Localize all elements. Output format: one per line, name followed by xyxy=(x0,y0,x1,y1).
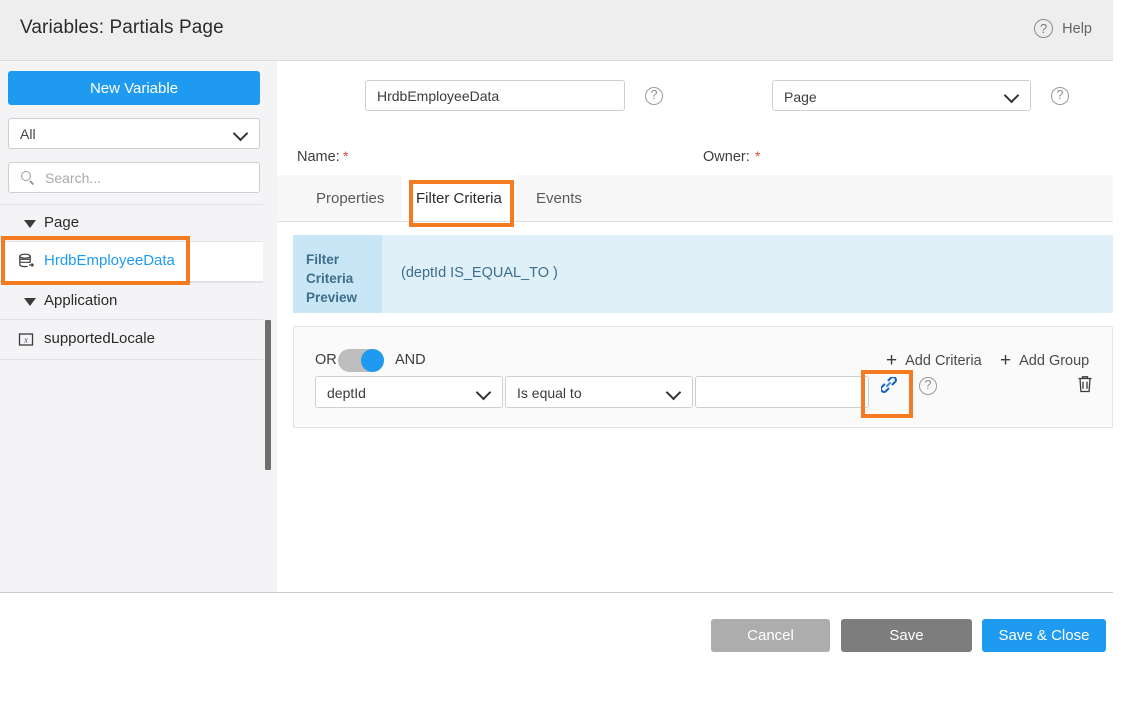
variable-box-icon: x xyxy=(18,331,35,348)
owner-select-value: Page xyxy=(784,89,817,105)
tree-item-hrdbemployeedata[interactable]: HrdbEmployeeData xyxy=(0,242,270,282)
criteria-help-icon[interactable]: ? xyxy=(919,377,937,395)
tree-group-label: Application xyxy=(44,292,117,309)
name-input[interactable] xyxy=(365,80,625,111)
sidebar-scrollbar-thumb[interactable] xyxy=(265,320,271,470)
name-label: Name: xyxy=(297,149,340,165)
trash-icon xyxy=(1076,374,1094,394)
owner-required-marker: * xyxy=(755,148,760,164)
add-criteria-button[interactable]: + Add Criteria xyxy=(886,351,982,370)
toggle-knob xyxy=(361,349,384,372)
variable-type-filter-select[interactable]: All xyxy=(8,118,260,149)
link-icon xyxy=(881,377,900,396)
plus-icon: + xyxy=(1000,351,1011,370)
owner-select[interactable]: Page xyxy=(772,80,1031,111)
owner-label: Owner: xyxy=(703,149,750,165)
tab-events[interactable]: Events xyxy=(522,175,596,221)
add-group-button[interactable]: + Add Group xyxy=(1000,351,1089,370)
save-and-close-button[interactable]: Save & Close xyxy=(982,619,1106,652)
cancel-button[interactable]: Cancel xyxy=(711,619,830,652)
help-link[interactable]: ? Help xyxy=(1034,19,1092,38)
and-label: AND xyxy=(395,352,426,368)
plus-icon: + xyxy=(886,351,897,370)
criteria-field-select[interactable]: deptId xyxy=(315,376,503,408)
caret-down-icon xyxy=(24,220,36,228)
search-box xyxy=(8,162,260,193)
dialog-header: Variables: Partials Page ? Help xyxy=(0,0,1113,61)
svg-text:x: x xyxy=(23,336,28,345)
dialog-footer: Cancel Save Save & Close xyxy=(0,592,1113,692)
criteria-field-value: deptId xyxy=(327,385,366,401)
search-icon xyxy=(21,171,35,185)
name-help-icon[interactable]: ? xyxy=(645,87,663,105)
criteria-value-input[interactable] xyxy=(695,376,869,408)
delete-criteria-button[interactable] xyxy=(1076,374,1094,394)
detail-tabbar: Properties Filter Criteria Events xyxy=(277,175,1113,222)
tree-group-page[interactable]: Page xyxy=(0,204,270,242)
page-title: Variables: Partials Page xyxy=(20,17,224,39)
tree-group-application[interactable]: Application xyxy=(0,282,270,320)
chevron-down-icon xyxy=(478,386,491,399)
tree-item-label: supportedLocale xyxy=(44,330,155,347)
add-criteria-label: Add Criteria xyxy=(905,353,982,369)
chevron-down-icon xyxy=(668,386,681,399)
or-label: OR xyxy=(315,352,337,368)
tree-item-supportedlocale[interactable]: x supportedLocale xyxy=(0,320,270,360)
or-and-toggle[interactable] xyxy=(338,349,384,372)
chevron-down-icon xyxy=(1006,89,1019,102)
tree-item-label: HrdbEmployeeData xyxy=(44,252,175,269)
owner-help-icon[interactable]: ? xyxy=(1051,87,1069,105)
name-required-marker: * xyxy=(343,148,348,164)
new-variable-button[interactable]: New Variable xyxy=(8,71,260,105)
criteria-operator-value: Is equal to xyxy=(517,385,582,401)
tab-filter-criteria[interactable]: Filter Criteria xyxy=(402,175,516,221)
tree-group-label: Page xyxy=(44,214,79,231)
chevron-down-icon xyxy=(235,127,248,140)
database-icon xyxy=(18,253,35,270)
criteria-operator-select[interactable]: Is equal to xyxy=(505,376,693,408)
search-input[interactable] xyxy=(43,163,253,192)
caret-down-icon xyxy=(24,298,36,306)
variable-detail-panel: Name: * ? Owner: * Page ? Type: Database… xyxy=(277,61,1113,592)
filter-criteria-preview-label: Filter Criteria Preview xyxy=(293,235,382,313)
help-label: Help xyxy=(1062,21,1092,37)
criteria-builder: OR AND + Add Criteria + Add Group deptId… xyxy=(293,326,1113,428)
question-circle-icon: ? xyxy=(1034,19,1053,38)
bind-link-button[interactable] xyxy=(874,372,906,400)
filter-criteria-preview: Filter Criteria Preview (deptId IS_EQUAL… xyxy=(293,235,1113,313)
variable-type-filter-value: All xyxy=(20,126,36,142)
tab-properties[interactable]: Properties xyxy=(302,175,398,221)
variables-tree: Page HrdbEmployeeData Appli xyxy=(0,204,270,360)
variables-dialog: Variables: Partials Page ? Help New Vari… xyxy=(0,0,1113,692)
add-group-label: Add Group xyxy=(1019,353,1089,369)
filter-criteria-expression: (deptId IS_EQUAL_TO ) xyxy=(401,265,558,281)
save-button[interactable]: Save xyxy=(841,619,972,652)
variables-sidebar: New Variable All Page xyxy=(0,61,271,592)
